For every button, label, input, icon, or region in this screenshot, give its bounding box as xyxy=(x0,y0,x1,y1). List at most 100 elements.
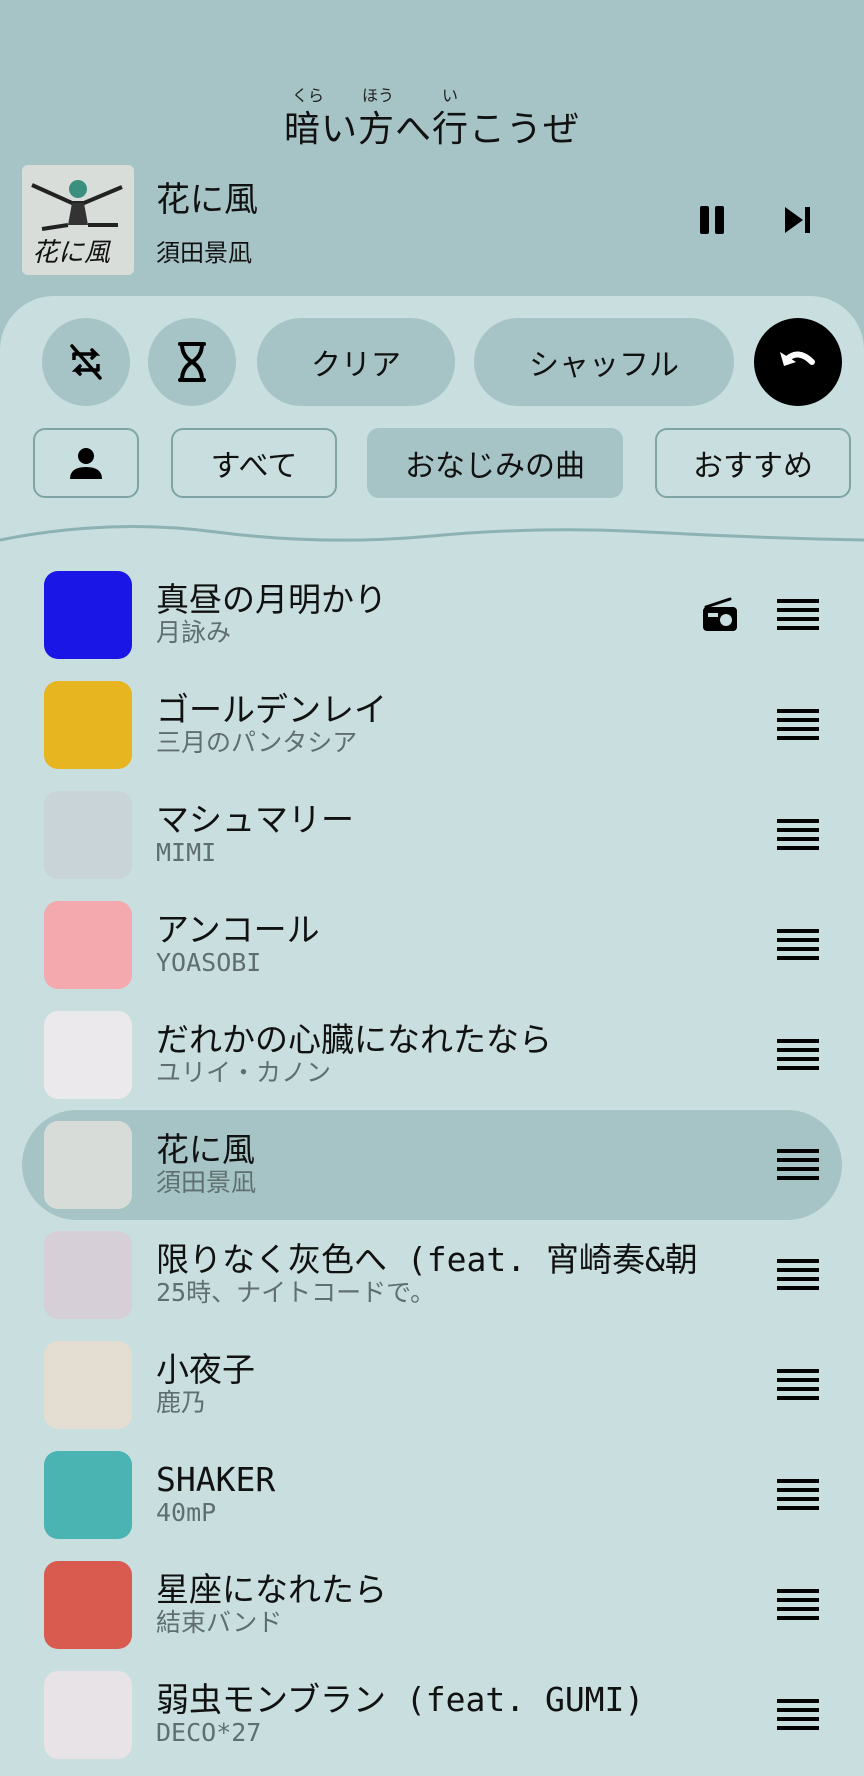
undo-button[interactable] xyxy=(754,318,842,406)
now-playing-info: 花に風 須田景凪 xyxy=(156,172,682,268)
filter-chips: すべて おなじみの曲 おすすめ xyxy=(33,428,853,498)
drag-handle[interactable] xyxy=(772,919,824,971)
drag-handle[interactable] xyxy=(772,1359,824,1411)
song-artist: 40mP xyxy=(156,1498,217,1527)
now-playing-bar[interactable]: 花に風 花に風 須田景凪 xyxy=(22,165,842,275)
drag-handle[interactable] xyxy=(772,1469,824,1521)
drag-handle-icon xyxy=(777,1369,819,1400)
pause-button[interactable] xyxy=(682,190,742,250)
song-info: 花に風 須田景凪 xyxy=(156,1132,772,1198)
filter-familiar-chip[interactable]: おなじみの曲 xyxy=(367,428,623,498)
album-thumbnail xyxy=(44,1451,132,1539)
skip-next-icon xyxy=(785,207,810,233)
queue-item[interactable]: 星座になれたら 結束バンド xyxy=(22,1550,842,1660)
song-artist: YOASOBI xyxy=(156,948,262,977)
song-title: 真昼の月明かり xyxy=(156,582,387,619)
person-icon xyxy=(70,448,102,479)
song-artist: 結束バンド xyxy=(156,1608,283,1637)
song-info: アンコール YOASOBI xyxy=(156,912,772,978)
queue-item[interactable]: アンコール YOASOBI xyxy=(22,890,842,1000)
drag-handle-icon xyxy=(777,599,819,630)
sleep-timer-button[interactable] xyxy=(148,318,236,406)
filter-user-chip[interactable] xyxy=(33,428,139,498)
song-info: 小夜子 鹿乃 xyxy=(156,1352,772,1418)
repeat-off-icon xyxy=(70,344,102,380)
album-thumbnail xyxy=(44,681,132,769)
album-thumbnail xyxy=(44,1671,132,1759)
lyric-display: くら ほう い 暗い方へ行こうぜ xyxy=(0,82,864,152)
queue-item[interactable]: 限りなく灰色へ (feat. 宵崎奏&朝 25時、ナイトコードで。 xyxy=(22,1220,842,1330)
drag-handle-icon xyxy=(777,1039,819,1070)
album-thumbnail xyxy=(44,1121,132,1209)
drag-handle-icon xyxy=(777,1589,819,1620)
ruby-hou: ほう xyxy=(362,86,395,105)
drag-handle-icon xyxy=(777,1479,819,1510)
queue-item[interactable]: 真昼の月明かり 月詠み xyxy=(22,560,842,670)
hourglass-icon xyxy=(178,342,206,382)
now-playing-album-art: 花に風 xyxy=(22,165,134,275)
shuffle-button[interactable]: シャッフル xyxy=(474,318,734,406)
queue-item-current[interactable]: 花に風 須田景凪 xyxy=(22,1110,842,1220)
queue-item[interactable]: 小夜子 鹿乃 xyxy=(22,1330,842,1440)
drag-handle[interactable] xyxy=(772,589,824,641)
now-playing-artist: 須田景凪 xyxy=(156,239,252,267)
filter-recommended-chip[interactable]: おすすめ xyxy=(655,428,851,498)
drag-handle[interactable] xyxy=(772,699,824,751)
song-title: だれかの心臓になれたなら xyxy=(156,1022,552,1059)
queue-item[interactable]: だれかの心臓になれたなら ユリイ・カノン xyxy=(22,1000,842,1110)
drag-handle[interactable] xyxy=(772,1689,824,1741)
wave-divider xyxy=(0,525,864,542)
lyric-line: 暗い方へ行こうぜ xyxy=(283,109,580,150)
repeat-off-button[interactable] xyxy=(42,318,130,406)
song-title: SHAKER xyxy=(156,1462,276,1499)
queue-item[interactable]: マシュマリー MIMI xyxy=(22,780,842,890)
drag-handle-icon xyxy=(777,709,819,740)
drag-handle-icon xyxy=(777,1259,819,1290)
song-info: だれかの心臓になれたなら ユリイ・カノン xyxy=(156,1022,772,1088)
song-title: 花に風 xyxy=(156,1132,255,1169)
song-info: ゴールデンレイ 三月のパンタシア xyxy=(156,692,772,758)
drag-handle[interactable] xyxy=(772,1249,824,1301)
radio-button[interactable] xyxy=(696,591,744,639)
song-title: 弱虫モンブラン (feat. GUMI) xyxy=(156,1682,645,1719)
album-thumbnail xyxy=(44,1011,132,1099)
song-info: 星座になれたら 結束バンド xyxy=(156,1572,772,1638)
queue-item[interactable]: ゴールデンレイ 三月のパンタシア xyxy=(22,670,842,780)
lyric-ruby: くら ほう い xyxy=(0,82,864,105)
clear-queue-button[interactable]: クリア xyxy=(257,318,455,406)
song-title: マシュマリー xyxy=(156,802,354,839)
drag-handle-icon xyxy=(777,1699,819,1730)
queue-item[interactable]: SHAKER 40mP xyxy=(22,1440,842,1550)
song-info: 真昼の月明かり 月詠み xyxy=(156,582,696,648)
drag-handle[interactable] xyxy=(772,809,824,861)
drag-handle[interactable] xyxy=(772,1029,824,1081)
album-thumbnail xyxy=(44,791,132,879)
drag-handle[interactable] xyxy=(772,1579,824,1631)
album-thumbnail xyxy=(44,901,132,989)
album-thumbnail xyxy=(44,571,132,659)
song-title: 星座になれたら xyxy=(156,1572,387,1609)
drag-handle-icon xyxy=(777,1149,819,1180)
drag-handle-icon xyxy=(777,929,819,960)
queue-item[interactable]: 弱虫モンブラン (feat. GUMI) DECO*27 xyxy=(22,1660,842,1770)
song-info: SHAKER 40mP xyxy=(156,1462,772,1528)
song-artist: MIMI xyxy=(156,838,217,867)
ruby-kura: くら xyxy=(292,86,325,105)
song-title: 小夜子 xyxy=(156,1352,255,1389)
song-artist: ユリイ・カノン xyxy=(156,1058,332,1087)
song-artist: 25時、ナイトコードで。 xyxy=(156,1278,436,1307)
queue-panel: クリア シャッフル すべて おなじみの曲 おすすめ 真昼の月明かり 月詠みゴールデ… xyxy=(0,296,864,1776)
pause-icon xyxy=(700,206,724,234)
album-thumbnail xyxy=(44,1231,132,1319)
filter-all-chip[interactable]: すべて xyxy=(171,428,337,498)
song-info: 弱虫モンブラン (feat. GUMI) DECO*27 xyxy=(156,1682,772,1748)
queue-controls: クリア シャッフル xyxy=(42,318,842,406)
album-thumbnail xyxy=(44,1341,132,1429)
drag-handle[interactable] xyxy=(772,1139,824,1191)
song-info: 限りなく灰色へ (feat. 宵崎奏&朝 25時、ナイトコードで。 xyxy=(156,1242,772,1308)
svg-text:花に風: 花に風 xyxy=(32,238,111,268)
song-artist: 鹿乃 xyxy=(156,1388,207,1417)
song-info: マシュマリー MIMI xyxy=(156,802,772,868)
skip-next-button[interactable] xyxy=(768,190,828,250)
song-title: アンコール xyxy=(156,912,320,949)
